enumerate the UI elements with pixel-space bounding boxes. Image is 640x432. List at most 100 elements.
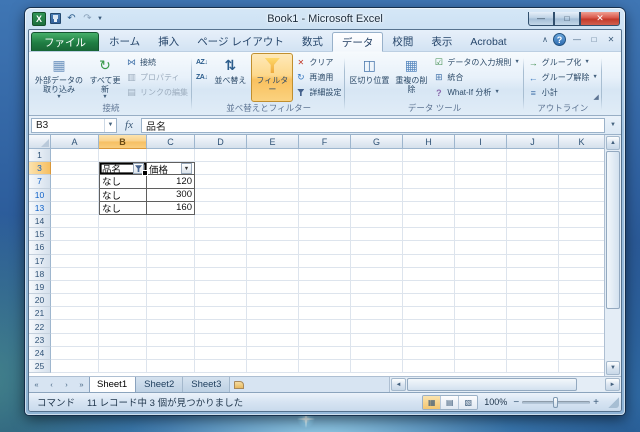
cell-H21[interactable] [403,307,455,321]
horizontal-scrollbar[interactable]: ◄ ► [389,377,621,392]
cell-E18[interactable] [247,267,299,281]
column-header-F[interactable]: F [299,135,351,149]
cell-A19[interactable] [51,280,99,295]
zoom-slider[interactable]: − + [513,396,599,408]
cell-E24[interactable] [247,346,299,360]
cell-G19[interactable] [351,280,403,295]
name-box-dropdown-icon[interactable]: ▼ [104,118,116,132]
cell-K20[interactable] [559,294,604,308]
cell-E16[interactable] [247,241,299,255]
cell-J7[interactable] [507,175,559,189]
cell-E25[interactable] [247,360,299,374]
cell-J24[interactable] [507,346,559,360]
undo-button[interactable]: ↶ [65,12,78,26]
row-header-13[interactable]: 13 [29,201,51,215]
cell-G10[interactable] [351,188,403,202]
tab-page-layout[interactable]: ページ レイアウト [188,32,293,51]
cell-E22[interactable] [247,320,299,334]
cell-G15[interactable] [351,228,403,242]
column-header-J[interactable]: J [507,135,559,149]
advanced-filter-button[interactable]: 詳細設定 [293,86,343,99]
cell-A24[interactable] [51,346,99,360]
cell-C7[interactable]: 120 [147,175,195,189]
cell-F20[interactable] [299,294,351,308]
tab-data[interactable]: データ [331,32,384,52]
tab-formulas[interactable]: 数式 [293,32,332,51]
cell-E7[interactable] [247,175,299,189]
cell-D19[interactable] [195,280,247,295]
cell-F23[interactable] [299,333,351,347]
column-header-G[interactable]: G [351,135,403,149]
cell-C24[interactable] [147,346,195,360]
cell-G24[interactable] [351,346,403,360]
cell-E14[interactable] [247,214,299,229]
cell-G1[interactable] [351,149,403,163]
subtotal-button[interactable]: ≡ 小計 [526,86,600,99]
cell-H22[interactable] [403,320,455,334]
cell-H7[interactable] [403,175,455,189]
normal-view-button[interactable]: ▦ [423,395,442,409]
name-box[interactable]: B3 ▼ [31,117,117,133]
row-header-23[interactable]: 23 [29,333,51,347]
row-header-24[interactable]: 24 [29,346,51,360]
zoom-level[interactable]: 100% [484,397,507,407]
cell-A7[interactable] [51,175,99,189]
column-header-C[interactable]: C [147,135,195,149]
column-header-E[interactable]: E [247,135,299,149]
cell-D1[interactable] [195,149,247,163]
cell-A23[interactable] [51,333,99,347]
cell-E15[interactable] [247,228,299,242]
row-header-1[interactable]: 1 [29,149,51,163]
cell-B22[interactable] [99,320,147,334]
reapply-button[interactable]: ↻ 再適用 [293,71,343,84]
sort-button[interactable]: ⇅ 並べ替え [209,53,251,102]
cell-B23[interactable] [99,333,147,347]
cell-A10[interactable] [51,188,99,202]
cell-A17[interactable] [51,254,99,268]
cell-B14[interactable] [99,214,147,229]
scroll-left-icon[interactable]: ◄ [391,378,406,391]
cell-B24[interactable] [99,346,147,360]
column-header-H[interactable]: H [403,135,455,149]
cell-J20[interactable] [507,294,559,308]
cell-H14[interactable] [403,214,455,229]
cell-J16[interactable] [507,241,559,255]
titlebar[interactable]: X ↶ ↷ ▼ Book1 - Microsoft Excel — □ ✕ [28,8,622,29]
cell-E23[interactable] [247,333,299,347]
cell-I19[interactable] [455,280,507,295]
cell-I20[interactable] [455,294,507,308]
row-header-25[interactable]: 25 [29,360,51,374]
group-button[interactable]: → グループ化 ▼ [526,56,600,69]
cell-D25[interactable] [195,360,247,374]
cell-D24[interactable] [195,346,247,360]
cell-I18[interactable] [455,267,507,281]
cell-B21[interactable] [99,307,147,321]
cell-C23[interactable] [147,333,195,347]
cell-G18[interactable] [351,267,403,281]
cell-H23[interactable] [403,333,455,347]
connections-button[interactable]: ⋈ 接続 [124,56,190,69]
first-sheet-button[interactable]: « [29,377,44,392]
row-header-18[interactable]: 18 [29,267,51,281]
cell-H19[interactable] [403,280,455,295]
cell-A21[interactable] [51,307,99,321]
cell-D15[interactable] [195,228,247,242]
sheet-tab-sheet1[interactable]: Sheet1 [89,377,137,392]
row-header-22[interactable]: 22 [29,320,51,334]
column-header-B[interactable]: B [99,135,147,149]
sheet-tab-sheet3[interactable]: Sheet3 [183,377,231,392]
previous-sheet-button[interactable]: ‹ [44,377,59,392]
column-header-D[interactable]: D [195,135,247,149]
cell-C16[interactable] [147,241,195,255]
cell-C1[interactable] [147,149,195,163]
cell-I25[interactable] [455,360,507,374]
cell-B13[interactable]: なし [99,201,147,215]
row-header-16[interactable]: 16 [29,241,51,255]
cell-H16[interactable] [403,241,455,255]
cell-K13[interactable] [559,202,604,215]
cell-D3[interactable] [195,162,247,176]
cell-B10[interactable]: なし [99,188,147,202]
cell-F21[interactable] [299,307,351,321]
cell-C13[interactable]: 160 [147,201,195,215]
cell-E21[interactable] [247,307,299,321]
